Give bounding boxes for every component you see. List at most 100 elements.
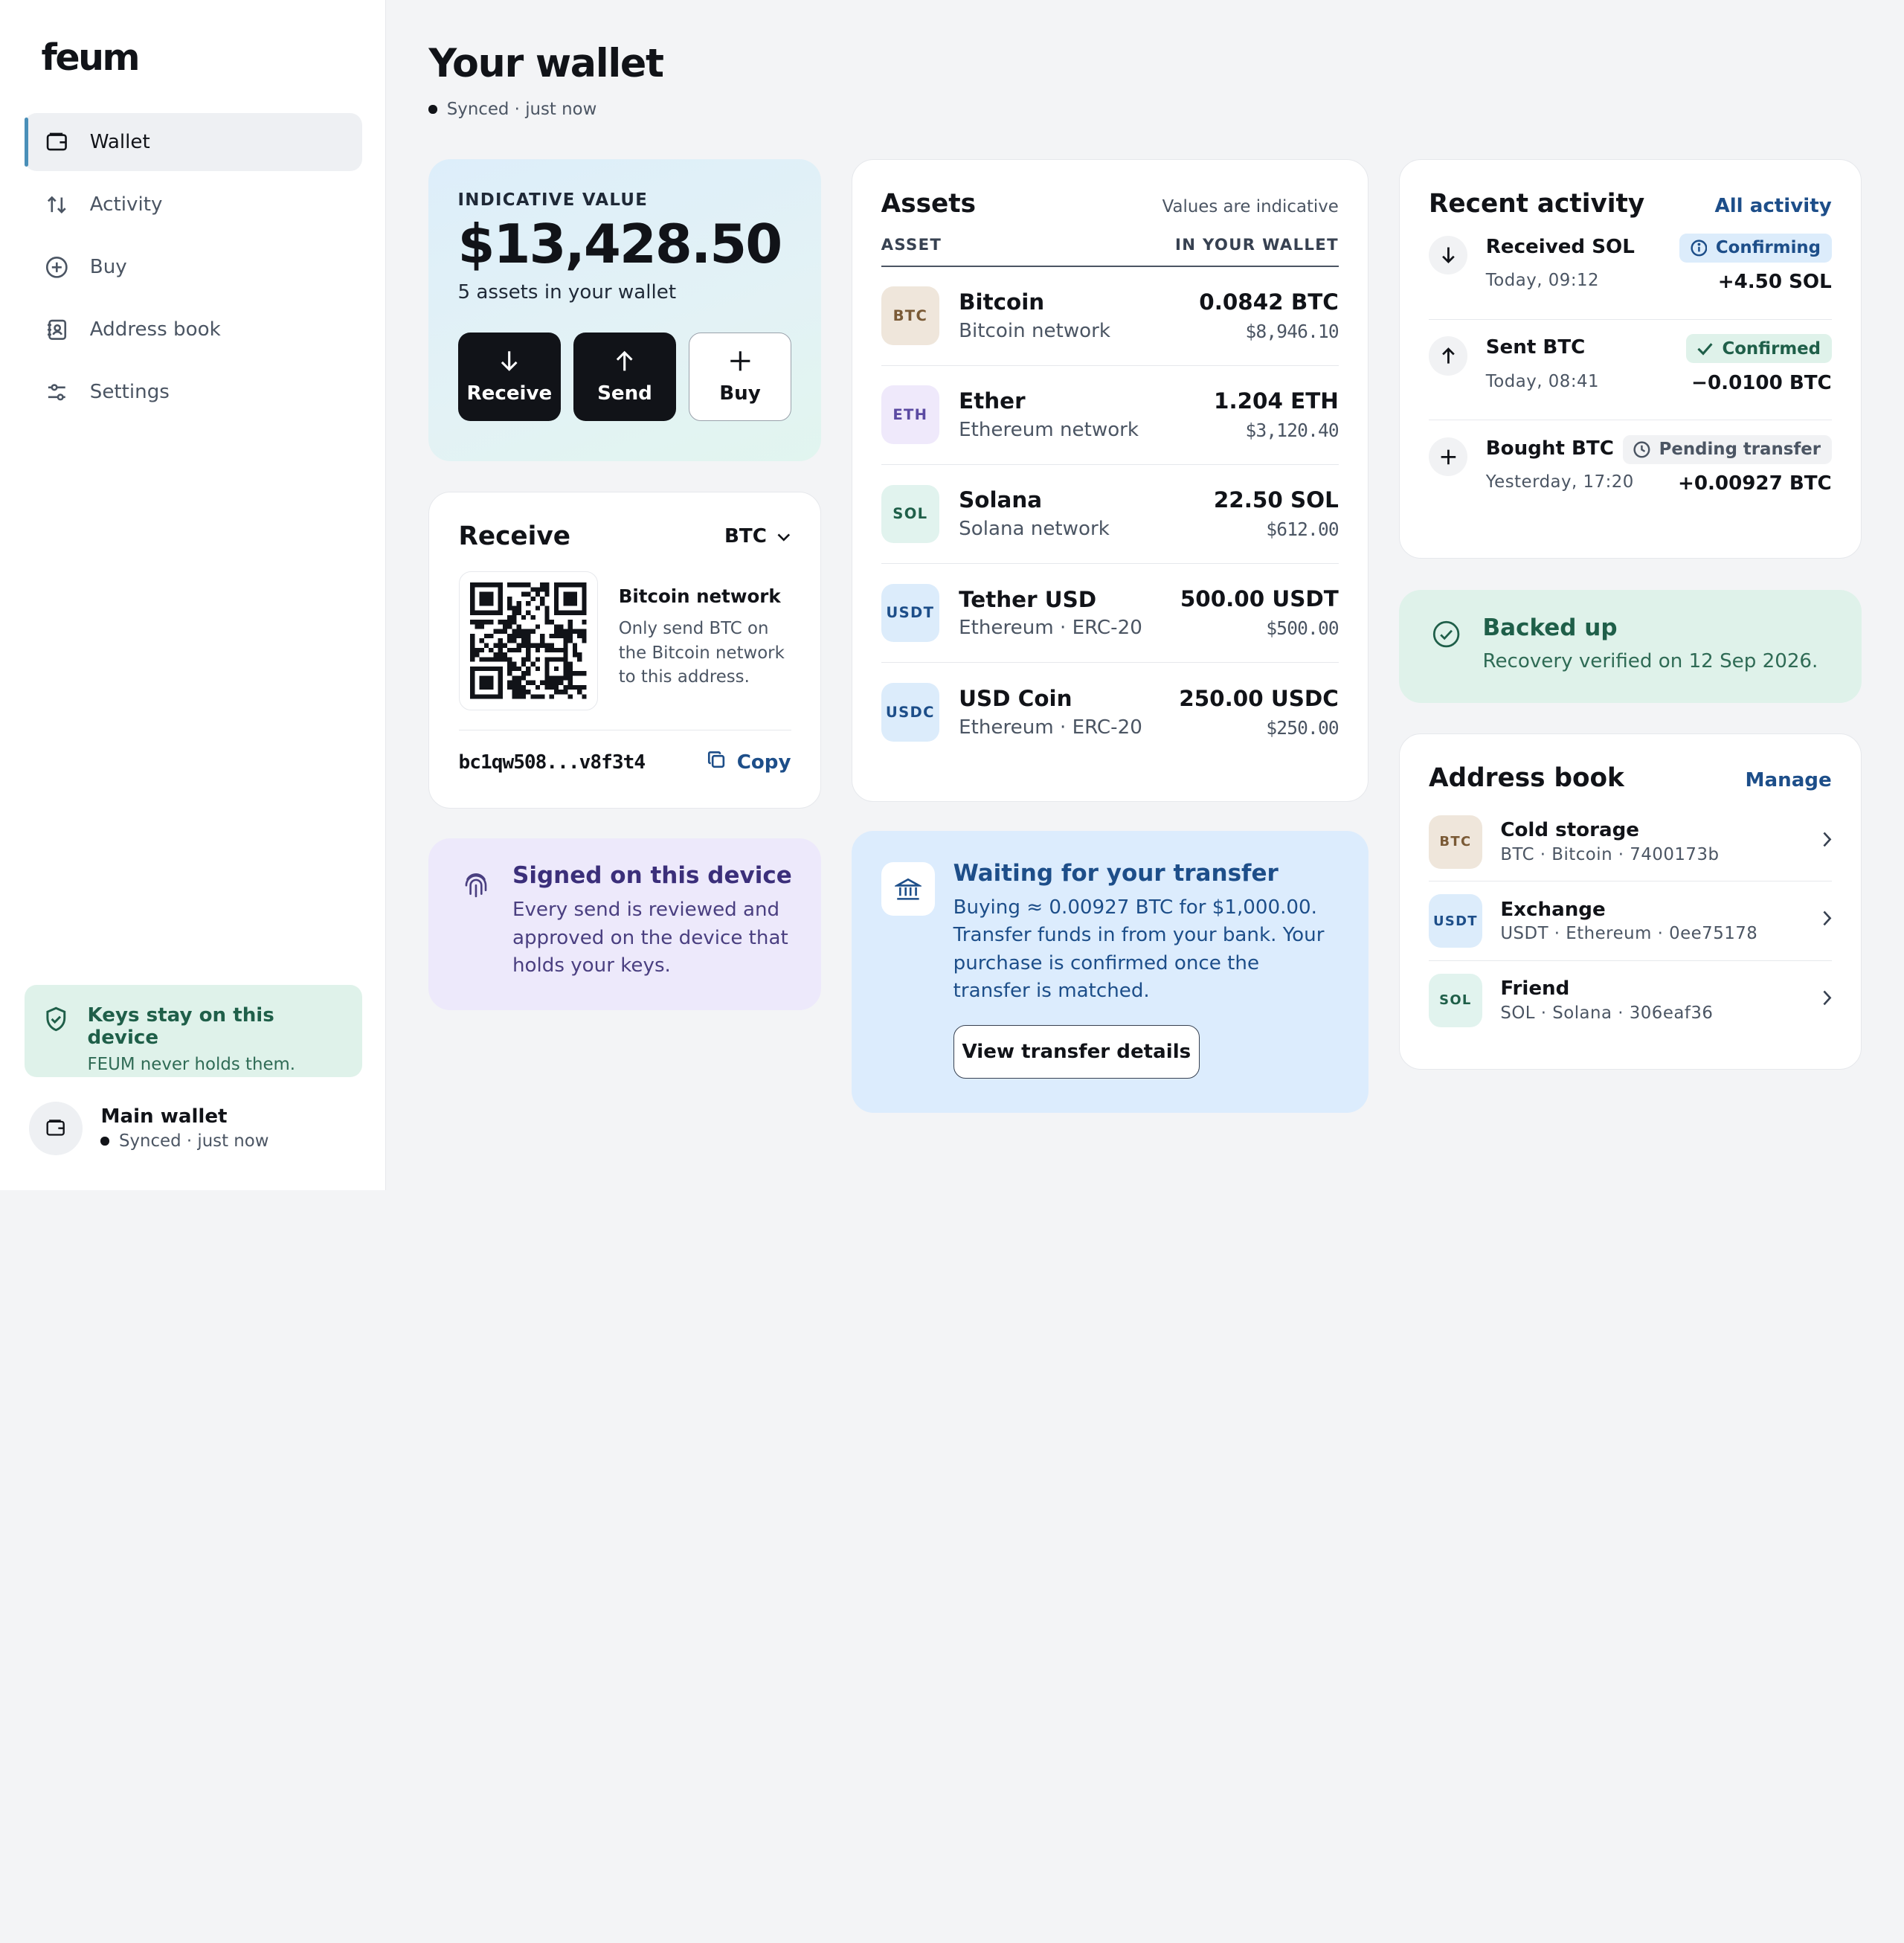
asset-name: Solana [959,487,1043,513]
chevron-right-icon [1822,910,1832,932]
arrow-up-icon [1429,336,1468,376]
asset-row-btc[interactable]: BTC Bitcoin Bitcoin network 0.0842 BTC $… [881,267,1339,366]
activity-time: Yesterday, 17:20 [1485,472,1634,492]
all-activity-link[interactable]: All activity [1715,195,1832,217]
address-book-row[interactable]: USDT Exchange USDT · Ethereum · 0ee75178 [1429,881,1832,961]
sidebar-item-activity[interactable]: Activity [25,176,362,234]
assets-card: Assets Values are indicative ASSET IN YO… [851,158,1369,802]
asset-network: Ethereum · ERC-20 [959,716,1142,739]
asset-row-sol[interactable]: SOL Solana Solana network 22.50 SOL $612… [881,465,1339,564]
asset-name: Ether [959,388,1026,414]
sidebar-item-buy[interactable]: Buy [25,238,362,296]
wallet-icon [45,130,69,155]
contact-name: Cold storage [1500,819,1640,842]
asset-value: $8,946.10 [1245,321,1339,343]
asset-network: Bitcoin network [959,319,1111,342]
shield-check-icon [44,1006,68,1038]
address-book-row[interactable]: SOL Friend SOL · Solana · 306eaf36 [1429,961,1832,1040]
view-transfer-details-button[interactable]: View transfer details [953,1025,1200,1079]
address-book-card: Address book Manage BTC Cold storage BTC… [1398,733,1862,1070]
manage-address-book-link[interactable]: Manage [1746,769,1832,791]
check-icon [1696,341,1714,356]
asset-amount: 22.50 SOL [1213,487,1339,513]
value-label: INDICATIVE VALUE [457,190,649,211]
activity-title: Recent activity [1429,189,1645,219]
asset-amount: 1.204 ETH [1214,388,1339,414]
sidebar-item-address-book[interactable]: Address book [25,301,362,359]
usdt-token-icon: USDT [881,583,940,642]
wallet-sync-status: Synced · just now [100,1131,268,1151]
column-in-wallet: IN YOUR WALLET [1175,235,1339,254]
activity-amount: −0.0100 BTC [1691,371,1832,394]
copy-icon [707,750,726,774]
activity-title-text: Sent BTC [1485,336,1586,359]
backup-desc: Recovery verified on 12 Sep 2026. [1482,649,1818,672]
sidebar-item-wallet[interactable]: Wallet [24,112,362,172]
asset-name: Tether USD [959,586,1097,612]
activity-time: Today, 08:41 [1485,371,1600,391]
sidebar: feum Wallet Activity Buy Address book Se… [0,0,387,1191]
sliders-icon [45,380,69,405]
activity-amount: +0.00927 BTC [1677,472,1832,495]
eth-token-icon: ETH [881,385,940,444]
wallet-actions: Receive Send Buy [457,332,792,421]
plus-icon [1429,437,1468,477]
activity-row[interactable]: Sent BTC Today, 08:41 Confirmed −0.0100 … [1429,320,1832,421]
receive-title: Receive [458,521,571,552]
receive-asset-select[interactable]: BTC [724,525,791,547]
qr-code-image [469,582,587,699]
sol-token-icon: SOL [1429,973,1482,1027]
activity-row[interactable]: Received SOL Today, 09:12 Confirming +4.… [1429,219,1832,320]
wallet-sync-text: Synced · just now [118,1131,269,1152]
clock-icon [1633,441,1650,458]
asset-name: Bitcoin [959,289,1045,315]
asset-row-usdc[interactable]: USDC USD Coin Ethereum · ERC-20 250.00 U… [881,663,1339,762]
page-title: Your wallet [428,41,664,86]
status-badge-label: Pending transfer [1659,440,1821,460]
send-button[interactable]: Send [573,332,677,421]
signed-notice: Signed on this device Every send is revi… [428,838,821,1011]
backup-title: Backed up [1482,614,1618,642]
page-sync-status: Synced · just now [428,100,596,119]
sync-dot-icon [100,1137,109,1146]
asset-network: Solana network [959,517,1110,540]
asset-row-usdt[interactable]: USDT Tether USD Ethereum · ERC-20 500.00… [881,564,1339,663]
receive-asset-value: BTC [724,525,767,548]
asset-value: $500.00 [1266,617,1339,640]
activity-row[interactable]: Bought BTC Yesterday, 17:20 Pending tran… [1429,420,1832,521]
asset-network: Ethereum · ERC-20 [959,617,1142,640]
address-book-title: Address book [1429,763,1624,794]
sidebar-item-label: Activity [89,193,163,216]
sidebar-item-label: Wallet [89,131,150,153]
asset-name: USD Coin [959,686,1072,712]
column-asset: ASSET [881,235,942,254]
contact-detail: USDT · Ethereum · 0ee75178 [1500,924,1758,944]
backup-status-card: Backed up Recovery verified on 12 Sep 20… [1398,590,1862,704]
status-badge-label: Confirming [1715,238,1821,258]
activity-title-text: Received SOL [1485,235,1635,258]
asset-value: $3,120.40 [1245,420,1339,442]
asset-value: $250.00 [1266,716,1339,739]
address-book-icon [45,318,69,342]
plus-icon [728,349,753,373]
plus-circle-icon [45,255,69,280]
receive-button[interactable]: Receive [457,332,562,421]
asset-count: 5 assets in your wallet [457,280,677,304]
btc-token-icon: BTC [1429,815,1482,869]
waiting-title: Waiting for your transfer [953,859,1279,887]
buy-button-label: Buy [719,382,761,405]
address-book-row[interactable]: BTC Cold storage BTC · Bitcoin · 7400173… [1429,803,1832,882]
assets-table-header: ASSET IN YOUR WALLET [881,236,1339,267]
asset-row-eth[interactable]: ETH Ether Ethereum network 1.204 ETH $3,… [881,366,1339,465]
buy-button[interactable]: Buy [688,332,792,421]
arrow-up-icon [614,349,635,373]
wallet-switcher[interactable]: Main wallet Synced · just now [29,1099,357,1157]
page-sync-text: Synced · just now [446,99,597,119]
contact-detail: SOL · Solana · 306eaf36 [1500,1003,1714,1024]
copy-address-button[interactable]: Copy [707,750,791,774]
asset-amount: 500.00 USDT [1180,586,1339,612]
feum-logo[interactable]: feum [42,36,141,79]
chevron-right-icon [1822,831,1832,853]
activity-time: Today, 09:12 [1485,271,1600,291]
sidebar-item-settings[interactable]: Settings [25,363,362,421]
